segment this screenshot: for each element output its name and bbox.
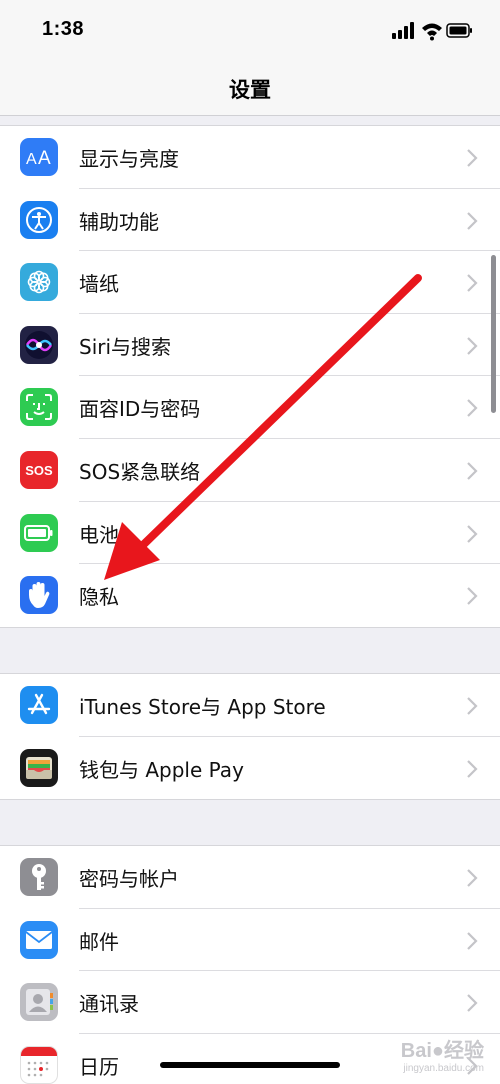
- watermark: Bai●经验 jingyan.baidu.com: [401, 1034, 484, 1074]
- settings-row-mail[interactable]: 邮件: [0, 909, 500, 972]
- settings-row-contacts[interactable]: 通讯录: [0, 971, 500, 1034]
- app-store-icon: [20, 686, 58, 724]
- mail-icon: [20, 920, 58, 959]
- navigation-bar: 设置: [0, 60, 500, 116]
- key-icon: [20, 858, 58, 896]
- settings-row-label: 辅助功能: [79, 209, 159, 234]
- chevron-right-icon: [467, 869, 478, 887]
- chevron-right-icon: [467, 462, 478, 480]
- watermark-brand: Bai: [400, 1040, 432, 1062]
- settings-row-wallpaper[interactable]: 墙纸: [0, 251, 500, 314]
- status-icons: [392, 22, 472, 41]
- chevron-right-icon: [467, 399, 478, 418]
- settings-row-privacy[interactable]: 隐私: [0, 564, 500, 627]
- settings-row-accessibility[interactable]: 辅助功能: [0, 189, 500, 252]
- scroll-indicator[interactable]: [491, 255, 496, 413]
- settings-row-itunes-app-store[interactable]: iTunes Store与 App Store: [0, 674, 500, 737]
- settings-row-label: SOS紧急联络: [79, 459, 201, 484]
- settings-row-face-id[interactable]: 面容ID与密码: [0, 376, 500, 439]
- settings-row-label: 墙纸: [79, 272, 119, 297]
- settings-row-display-brightness[interactable]: AA 显示与亮度: [0, 126, 500, 189]
- settings-row-sos[interactable]: SOS SOS紧急联络: [0, 439, 500, 502]
- chevron-right-icon: [467, 337, 478, 355]
- settings-group-2: iTunes Store与 App Store 钱包与 Apple Pay: [0, 673, 500, 801]
- settings-row-siri[interactable]: Siri与搜索: [0, 314, 500, 377]
- settings-row-label: Siri与搜索: [79, 334, 172, 359]
- privacy-hand-icon: [20, 576, 58, 615]
- battery-icon: [20, 513, 58, 552]
- settings-row-label: 邮件: [79, 929, 119, 954]
- wallet-icon: [20, 748, 58, 787]
- face-id-icon: [20, 388, 58, 427]
- settings-row-label: 隐私: [79, 585, 119, 610]
- settings-row-label: 密码与帐户: [79, 867, 179, 891]
- calendar-icon: [20, 1045, 58, 1084]
- wifi-icon: [422, 23, 442, 41]
- display-brightness-icon: AA: [20, 138, 58, 176]
- chevron-right-icon: [467, 149, 478, 167]
- chevron-right-icon: [467, 211, 478, 230]
- settings-row-label: 通讯录: [79, 992, 139, 1017]
- cellular-signal-icon: [392, 22, 414, 39]
- chevron-right-icon: [467, 697, 478, 715]
- watermark-brand-tail: 经验: [444, 1040, 484, 1062]
- baidu-paw-icon: ●: [431, 1040, 444, 1062]
- status-time: 1:38: [42, 18, 85, 40]
- chevron-right-icon: [467, 587, 478, 605]
- chevron-right-icon: [467, 931, 478, 950]
- settings-row-battery[interactable]: 电池: [0, 502, 500, 565]
- settings-row-label: iTunes Store与 App Store: [79, 695, 326, 719]
- watermark-url: jingyan.baidu.com: [403, 1063, 484, 1074]
- settings-row-wallet-apple-pay[interactable]: 钱包与 Apple Pay: [0, 737, 500, 800]
- chevron-right-icon: [467, 524, 478, 543]
- svg-text:SOS: SOS: [25, 463, 53, 478]
- svg-text:A: A: [38, 148, 51, 168]
- settings-row-label: 面容ID与密码: [79, 397, 201, 422]
- wallpaper-icon: [20, 263, 58, 302]
- chevron-right-icon: [467, 994, 478, 1012]
- page-title: 设置: [229, 78, 271, 102]
- settings-group-1: AA 显示与亮度 辅助功能 墙纸 Siri与搜索 面容ID与密码 SOS SOS…: [0, 125, 500, 628]
- settings-row-label: 电池: [79, 522, 119, 547]
- chevron-right-icon: [467, 274, 478, 292]
- sos-icon: SOS: [20, 450, 58, 489]
- chevron-right-icon: [467, 759, 478, 778]
- svg-text:A: A: [26, 151, 37, 168]
- settings-row-label: 日历: [79, 1054, 119, 1079]
- settings-row-label: 显示与亮度: [79, 147, 179, 171]
- settings-row-passwords-accounts[interactable]: 密码与帐户: [0, 846, 500, 909]
- home-indicator[interactable]: [160, 1062, 340, 1068]
- contacts-icon: [20, 983, 58, 1022]
- status-bar: 1:38: [0, 0, 500, 60]
- settings-row-label: 钱包与 Apple Pay: [79, 757, 244, 782]
- siri-icon: [20, 325, 58, 364]
- battery-icon-status: [446, 23, 472, 38]
- accessibility-icon: [20, 200, 58, 239]
